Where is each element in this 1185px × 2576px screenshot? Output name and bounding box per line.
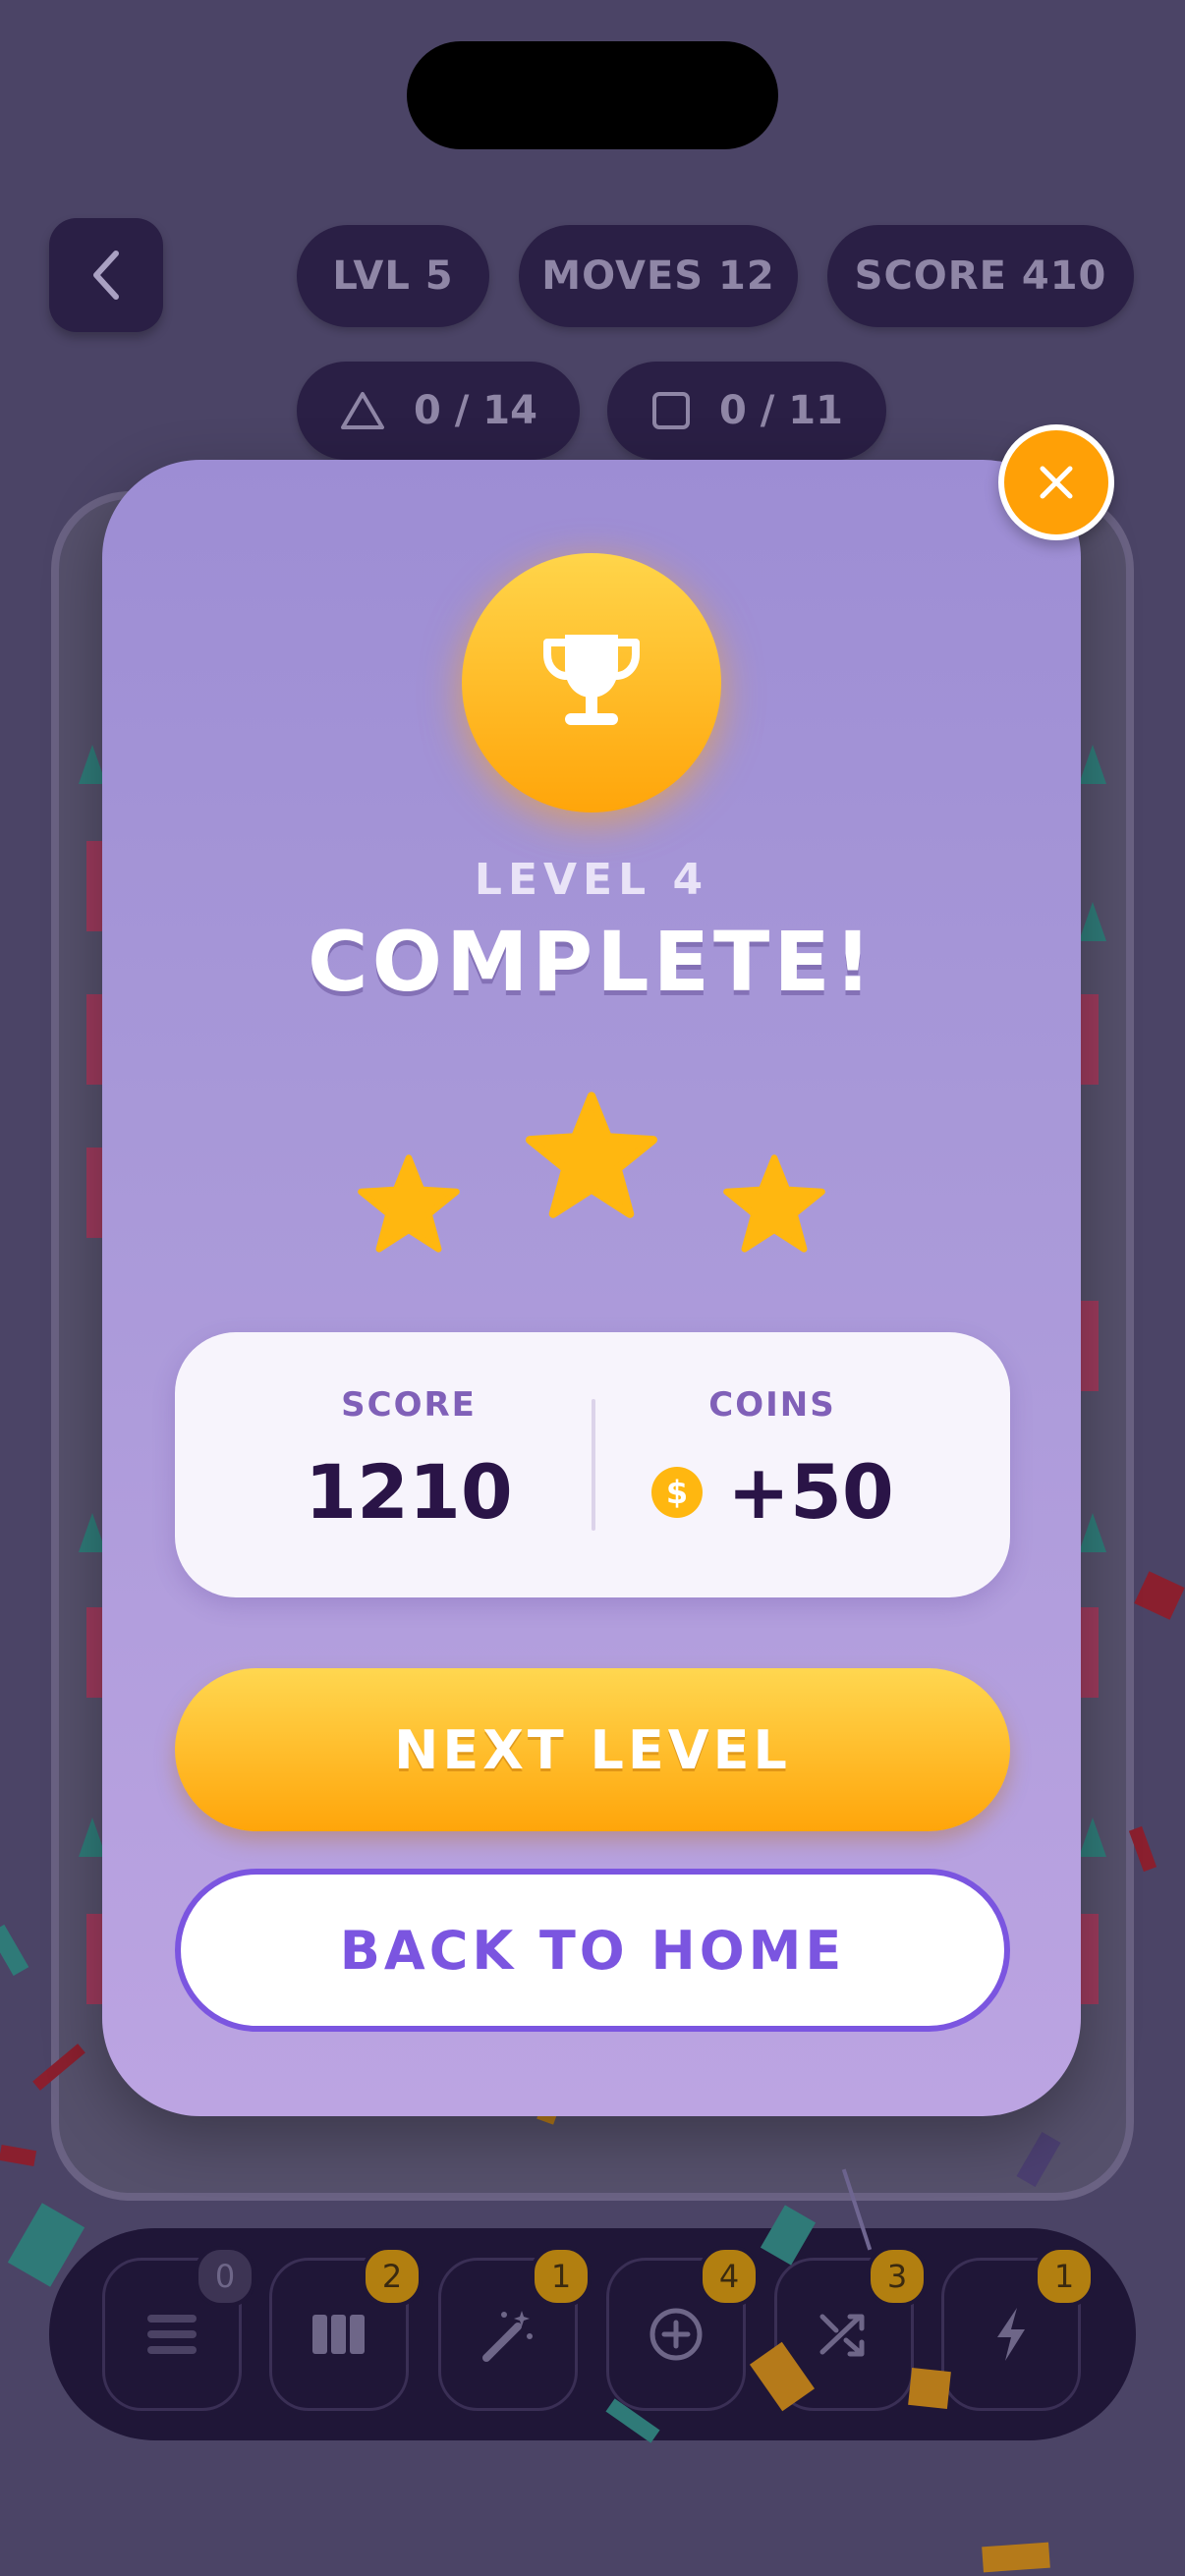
score-pill: SCORE 410 (827, 225, 1134, 327)
plus-circle-icon (649, 2308, 703, 2361)
close-icon (1040, 466, 1073, 499)
tool-count-badge: 3 (867, 2246, 928, 2307)
trophy-icon (543, 635, 640, 725)
dynamic-island (407, 41, 778, 149)
back-to-home-button[interactable]: BACK TO HOME (175, 1869, 1010, 2032)
coin-icon: $ (651, 1466, 704, 1518)
tool-count-badge: 1 (1034, 2246, 1095, 2307)
trophy-badge (462, 553, 721, 812)
board-tile (1081, 994, 1099, 1085)
tool-count-badge: 2 (362, 2246, 423, 2307)
coins-value: +50 (727, 1448, 894, 1536)
close-button[interactable] (998, 424, 1114, 540)
triangle-icon (341, 392, 385, 429)
svg-text:$: $ (666, 1474, 688, 1511)
board-tile (1079, 902, 1106, 941)
confetti-piece (908, 2368, 951, 2409)
board-tile (1081, 1301, 1099, 1391)
confetti-piece (0, 1924, 29, 1977)
board-tile (1079, 1513, 1106, 1552)
goal-squares-text: 0 / 11 (719, 388, 843, 433)
board-tile (1081, 1607, 1099, 1698)
star-icon (526, 1092, 657, 1218)
board-tile (1079, 745, 1106, 784)
confetti-piece (1134, 1571, 1185, 1620)
square-icon (652, 392, 691, 429)
goal-squares: 0 / 11 (607, 362, 886, 460)
chevron-left-icon (93, 251, 119, 300)
coins-label: COINS (708, 1385, 836, 1425)
goal-triangles-text: 0 / 14 (414, 388, 537, 433)
star-icon (358, 1154, 460, 1253)
confetti-piece (0, 2144, 37, 2167)
tool-count-badge: 4 (699, 2246, 760, 2307)
board-tile (1079, 1818, 1106, 1857)
moves-pill: MOVES 12 (519, 225, 798, 327)
next-level-button[interactable]: NEXT LEVEL (175, 1668, 1010, 1831)
goal-triangles: 0 / 14 (297, 362, 580, 460)
columns-icon (312, 2315, 365, 2354)
score-value: 1210 (305, 1448, 513, 1536)
coins-row: $ +50 (595, 1448, 949, 1536)
level-label: LEVEL 4 (474, 855, 709, 905)
lightning-icon (997, 2308, 1025, 2361)
back-button[interactable] (49, 218, 163, 332)
complete-title: COMPLETE! (307, 914, 876, 1010)
magic-wand-icon (482, 2311, 533, 2362)
stats-card: SCORE 1210 COINS $ +50 (175, 1332, 1010, 1597)
board-tile (1081, 1914, 1099, 2004)
confetti-piece (982, 2542, 1050, 2573)
tool-count-badge: 0 (195, 2246, 255, 2307)
star-icon (723, 1154, 825, 1253)
score-label: SCORE (341, 1385, 477, 1425)
level-pill: LVL 5 (297, 225, 489, 327)
menu-icon (147, 2315, 197, 2354)
shuffle-icon (819, 2314, 865, 2357)
tool-count-badge: 1 (531, 2246, 592, 2307)
